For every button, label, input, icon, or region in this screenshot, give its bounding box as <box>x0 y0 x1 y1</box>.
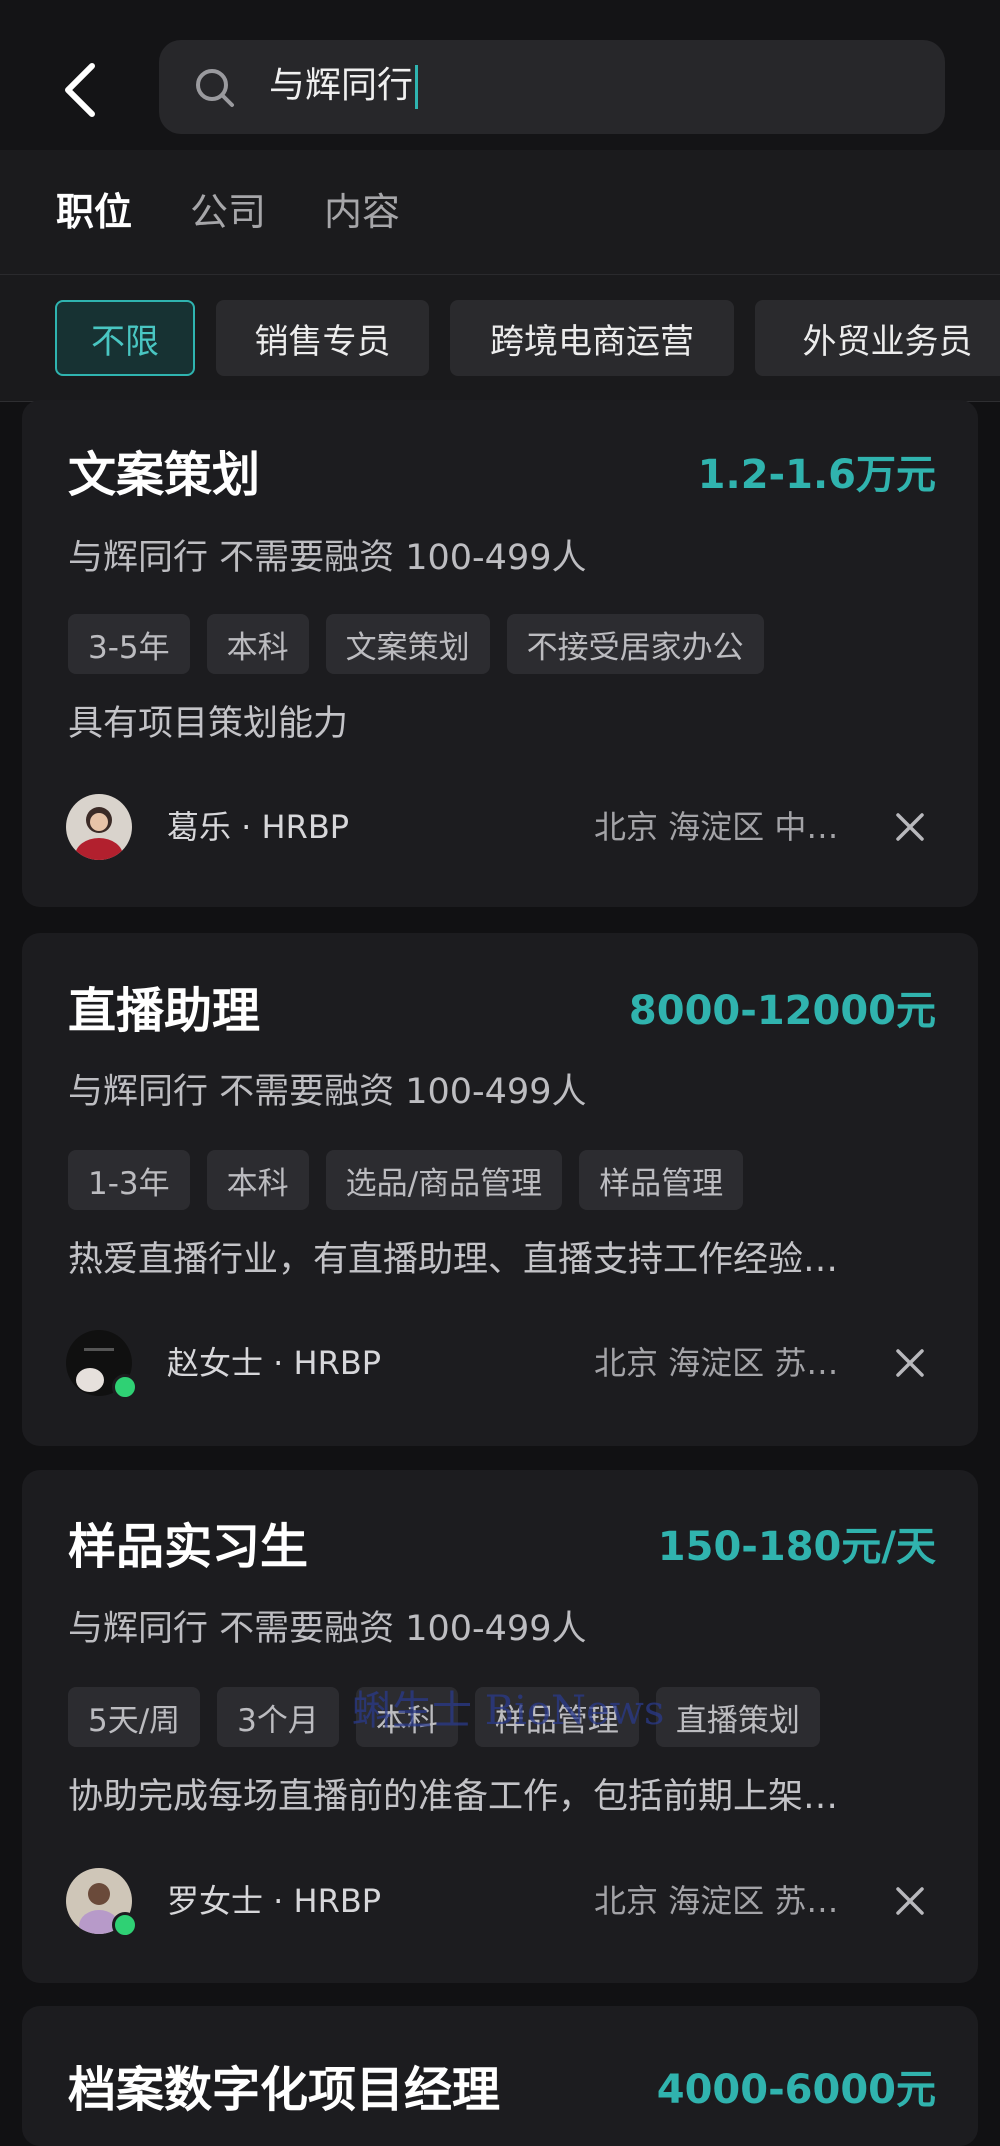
search-input[interactable]: 与辉同行 <box>159 40 945 134</box>
job-salary: 150-180元/天 <box>657 1524 936 1570</box>
avatar <box>66 1868 138 1938</box>
company-info: 与辉同行 不需要融资 100-499人 <box>68 1609 587 1649</box>
job-tag: 样品管理 <box>579 1150 744 1210</box>
filter-chip-crossborder[interactable]: 跨境电商运营 <box>450 300 734 376</box>
dismiss-button[interactable] <box>890 807 930 847</box>
result-tabs: 职位 公司 内容 <box>0 150 1000 275</box>
job-tag: 5天/周 <box>68 1687 201 1747</box>
job-title: 档案数字化项目经理 <box>68 2062 501 2118</box>
dismiss-button[interactable] <box>890 1343 930 1383</box>
text-caret <box>415 65 419 109</box>
tab-companies[interactable]: 公司 <box>190 188 266 236</box>
company-info: 与辉同行 不需要融资 100-499人 <box>68 538 587 578</box>
job-tag: 不接受居家办公 <box>506 614 764 674</box>
job-location: 北京 海淀区 苏… <box>594 1344 839 1382</box>
recruiter-name: 罗女士 · HRBP <box>167 1882 382 1920</box>
search-icon <box>196 69 234 107</box>
job-description: 热爱直播行业，有直播助理、直播支持工作经验… <box>68 1240 839 1280</box>
job-tag: 3个月 <box>217 1687 339 1747</box>
job-tag: 1-3年 <box>68 1150 190 1210</box>
watermark: 蝌生士 BioNews <box>352 1688 665 1734</box>
dismiss-button[interactable] <box>890 1881 930 1921</box>
job-tags: 1-3年 本科 选品/商品管理 样品管理 <box>68 1150 744 1210</box>
job-salary: 1.2-1.6万元 <box>697 452 936 498</box>
online-status-dot <box>112 1912 138 1938</box>
top-bar: 与辉同行 <box>0 0 1000 150</box>
job-card[interactable]: 直播助理 8000-12000元 与辉同行 不需要融资 100-499人 1-3… <box>22 933 978 1446</box>
job-tag: 本科 <box>206 1150 309 1210</box>
close-icon <box>896 813 924 841</box>
job-tags: 3-5年 本科 文案策划 不接受居家办公 <box>68 614 764 674</box>
job-title: 样品实习生 <box>68 1519 309 1575</box>
job-tag: 本科 <box>206 614 309 674</box>
filter-chip-foreign-trade[interactable]: 外贸业务员 <box>755 300 1000 376</box>
avatar <box>66 794 132 860</box>
recruiter-name: 葛乐 · HRBP <box>167 808 350 846</box>
tab-content[interactable]: 内容 <box>324 188 400 236</box>
job-description: 协助完成每场直播前的准备工作，包括前期上架… <box>68 1777 839 1817</box>
job-location: 北京 海淀区 中… <box>594 808 839 846</box>
job-salary: 4000-6000元 <box>656 2067 936 2113</box>
job-tag: 选品/商品管理 <box>325 1150 563 1210</box>
online-status-dot <box>112 1374 138 1400</box>
job-description: 具有项目策划能力 <box>68 704 349 744</box>
close-icon <box>896 1887 924 1915</box>
search-query: 与辉同行 <box>269 62 419 110</box>
chevron-left-icon <box>65 63 95 117</box>
avatar <box>66 1330 138 1400</box>
tab-positions[interactable]: 职位 <box>56 188 132 236</box>
job-title: 文案策划 <box>68 447 261 503</box>
job-location: 北京 海淀区 苏… <box>594 1882 839 1920</box>
job-tag: 直播策划 <box>655 1687 820 1747</box>
back-button[interactable] <box>52 52 108 128</box>
filter-chip-any[interactable]: 不限 <box>55 300 195 376</box>
job-salary: 8000-12000元 <box>628 988 936 1034</box>
recruiter-name: 赵女士 · HRBP <box>167 1344 382 1382</box>
job-title: 直播助理 <box>68 983 261 1039</box>
company-info: 与辉同行 不需要融资 100-499人 <box>68 1072 587 1112</box>
job-tag: 3-5年 <box>68 614 190 674</box>
job-card[interactable]: 文案策划 1.2-1.6万元 与辉同行 不需要融资 100-499人 3-5年 … <box>22 400 978 907</box>
job-tag: 文案策划 <box>325 614 490 674</box>
job-card[interactable]: 档案数字化项目经理 4000-6000元 <box>22 2006 978 2146</box>
filter-chip-sales[interactable]: 销售专员 <box>216 300 429 376</box>
close-icon <box>896 1349 924 1377</box>
filter-chips: 不限 销售专员 跨境电商运营 外贸业务员 <box>0 275 1000 402</box>
